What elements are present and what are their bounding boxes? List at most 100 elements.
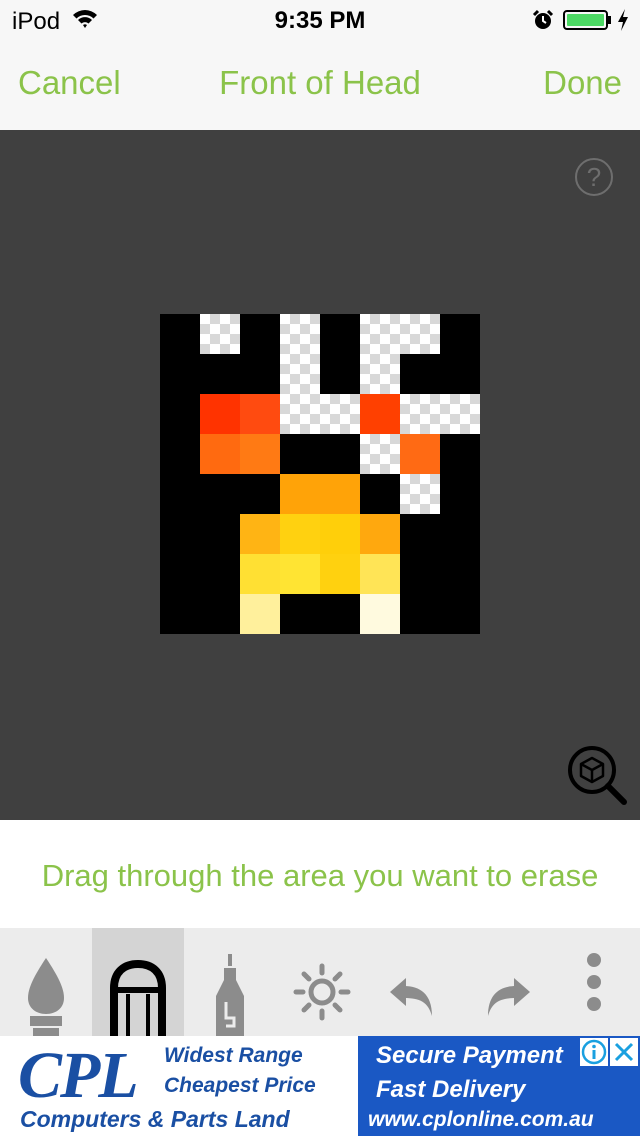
pixel-cell[interactable] <box>400 354 440 394</box>
more-tool[interactable] <box>548 928 640 1036</box>
brightness-tool[interactable] <box>276 928 368 1036</box>
ad-fast-delivery: Fast Delivery <box>376 1076 526 1103</box>
help-button[interactable]: ? <box>575 158 613 196</box>
hint-text: Drag through the area you want to erase <box>41 858 599 893</box>
pixel-cell[interactable] <box>240 394 280 434</box>
pixel-cell[interactable] <box>400 314 440 354</box>
pixel-cell[interactable] <box>280 394 320 434</box>
ad-close-icon[interactable] <box>610 1038 638 1066</box>
pixel-cell[interactable] <box>240 594 280 634</box>
pixel-cell[interactable] <box>320 434 360 474</box>
pixel-cell[interactable] <box>320 514 360 554</box>
pixel-cell[interactable] <box>360 594 400 634</box>
pixel-cell[interactable] <box>200 314 240 354</box>
redo-tool[interactable] <box>460 928 552 1036</box>
pixel-cell[interactable] <box>320 554 360 594</box>
dropper-icon <box>216 954 244 1036</box>
pixel-cell[interactable] <box>200 594 240 634</box>
battery-icon <box>563 10 611 30</box>
pixel-cell[interactable] <box>320 314 360 354</box>
pixel-cell[interactable] <box>280 314 320 354</box>
pixel-cell[interactable] <box>400 434 440 474</box>
pixel-cell[interactable] <box>240 514 280 554</box>
status-bar: iPod 9:35 PM <box>0 0 640 40</box>
3d-preview-icon[interactable] <box>566 744 628 806</box>
pixel-cell[interactable] <box>360 394 400 434</box>
pixel-cell[interactable] <box>360 474 400 514</box>
pixel-cell[interactable] <box>280 474 320 514</box>
pixel-cell[interactable] <box>240 354 280 394</box>
pixel-cell[interactable] <box>160 554 200 594</box>
pixel-cell[interactable] <box>360 554 400 594</box>
ad-left-panel: CPL Widest Range Cheapest Price Computer… <box>0 1036 356 1136</box>
nav-bar: Cancel Front of Head Done <box>0 40 640 130</box>
pixel-cell[interactable] <box>200 474 240 514</box>
pixel-cell[interactable] <box>440 434 480 474</box>
undo-tool[interactable] <box>368 928 460 1036</box>
pixel-cell[interactable] <box>200 514 240 554</box>
pixel-cell[interactable] <box>360 434 400 474</box>
toolbar <box>0 928 640 1036</box>
ad-info-icon[interactable] <box>580 1038 608 1066</box>
pixel-cell[interactable] <box>280 514 320 554</box>
ad-logo: CPL <box>18 1039 139 1112</box>
pixel-cell[interactable] <box>400 514 440 554</box>
more-icon <box>587 953 601 1011</box>
pixel-cell[interactable] <box>440 594 480 634</box>
pixel-cell[interactable] <box>160 474 200 514</box>
pixel-cell[interactable] <box>360 354 400 394</box>
ad-secure-payment: Secure Payment <box>376 1042 563 1069</box>
brush-tool[interactable] <box>0 928 92 1036</box>
redo-icon <box>488 978 530 1016</box>
pixel-cell[interactable] <box>440 554 480 594</box>
pixel-cell[interactable] <box>440 354 480 394</box>
pixel-cell[interactable] <box>280 554 320 594</box>
brush-icon <box>28 958 64 1036</box>
pixel-cell[interactable] <box>160 514 200 554</box>
done-button[interactable]: Done <box>543 64 622 102</box>
ad-banner[interactable]: CPL Widest Range Cheapest Price Computer… <box>0 1036 640 1136</box>
pixel-cell[interactable] <box>360 514 400 554</box>
ad-company-name: Computers & Parts Land <box>20 1106 290 1132</box>
pixel-cell[interactable] <box>320 394 360 434</box>
pixel-cell[interactable] <box>320 594 360 634</box>
eraser-tool[interactable] <box>92 928 184 1036</box>
pixel-cell[interactable] <box>440 474 480 514</box>
pixel-cell[interactable] <box>200 394 240 434</box>
pixel-cell[interactable] <box>280 594 320 634</box>
pixel-cell[interactable] <box>200 354 240 394</box>
pixel-cell[interactable] <box>280 354 320 394</box>
dropper-tool[interactable] <box>184 928 276 1036</box>
pixel-cell[interactable] <box>320 354 360 394</box>
pixel-cell[interactable] <box>280 434 320 474</box>
eraser-icon <box>110 959 166 1036</box>
pixel-cell[interactable] <box>240 554 280 594</box>
pixel-cell[interactable] <box>200 434 240 474</box>
pixel-cell[interactable] <box>200 554 240 594</box>
alarm-icon <box>532 9 554 29</box>
pixel-cell[interactable] <box>440 394 480 434</box>
pixel-cell[interactable] <box>240 474 280 514</box>
pixel-cell[interactable] <box>400 394 440 434</box>
charging-bolt-icon <box>618 9 628 31</box>
pixel-grid[interactable] <box>160 314 480 634</box>
pixel-cell[interactable] <box>400 594 440 634</box>
pixel-cell[interactable] <box>440 314 480 354</box>
pixel-cell[interactable] <box>160 594 200 634</box>
pixel-cell[interactable] <box>240 314 280 354</box>
pixel-cell[interactable] <box>160 314 200 354</box>
pixel-cell[interactable] <box>240 434 280 474</box>
editor-canvas: ? <box>0 130 640 820</box>
pixel-cell[interactable] <box>400 554 440 594</box>
ad-tagline-1: Widest Range <box>164 1044 303 1067</box>
ad-tagline-2: Cheapest Price <box>164 1074 316 1097</box>
pixel-cell[interactable] <box>360 314 400 354</box>
brightness-icon <box>293 963 351 1021</box>
pixel-cell[interactable] <box>160 434 200 474</box>
pixel-cell[interactable] <box>440 514 480 554</box>
pixel-cell[interactable] <box>400 474 440 514</box>
pixel-cell[interactable] <box>160 394 200 434</box>
pixel-cell[interactable] <box>320 474 360 514</box>
pixel-cell[interactable] <box>160 354 200 394</box>
undo-icon <box>390 978 432 1016</box>
